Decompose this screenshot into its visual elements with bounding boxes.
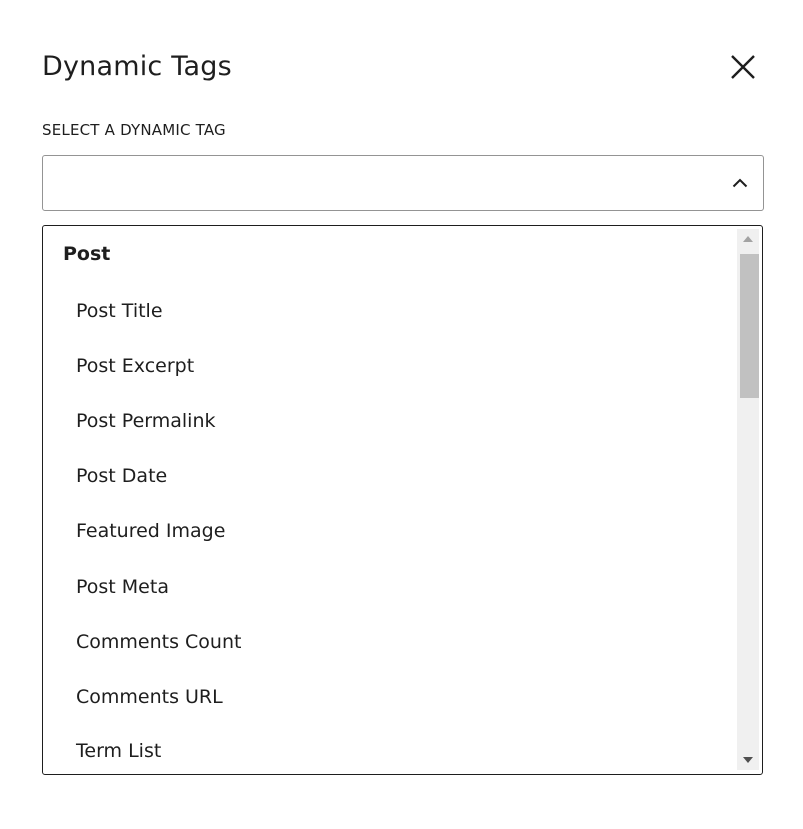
option-post-title[interactable]: Post Title (43, 286, 733, 336)
scrollbar-thumb[interactable] (740, 254, 759, 398)
modal-title: Dynamic Tags (42, 51, 232, 82)
dynamic-tag-input[interactable] (55, 166, 699, 202)
dynamic-tags-modal: Dynamic Tags SELECT A DYNAMIC TAG Post P… (0, 0, 803, 829)
option-post-meta[interactable]: Post Meta (43, 562, 733, 612)
option-post-date[interactable]: Post Date (43, 451, 733, 501)
option-comments-count[interactable]: Comments Count (43, 617, 733, 667)
select-label: SELECT A DYNAMIC TAG (42, 121, 226, 139)
close-button[interactable] (720, 44, 766, 90)
option-term-list[interactable]: Term List (43, 726, 733, 774)
scroll-down-arrow-icon[interactable] (737, 750, 759, 770)
scroll-up-arrow-icon[interactable] (737, 229, 759, 249)
option-comments-url[interactable]: Comments URL (43, 672, 733, 722)
option-featured-image[interactable]: Featured Image (43, 506, 733, 556)
listbox-scrollbar[interactable] (737, 229, 759, 770)
close-icon (730, 54, 756, 80)
dynamic-tag-select[interactable] (42, 155, 764, 211)
option-post-excerpt[interactable]: Post Excerpt (43, 341, 733, 391)
chevron-up-icon[interactable] (725, 168, 755, 198)
option-post-permalink[interactable]: Post Permalink (43, 396, 733, 446)
dynamic-tag-listbox[interactable]: Post Post Title Post Excerpt Post Permal… (42, 225, 763, 775)
group-header-post: Post (63, 243, 111, 265)
